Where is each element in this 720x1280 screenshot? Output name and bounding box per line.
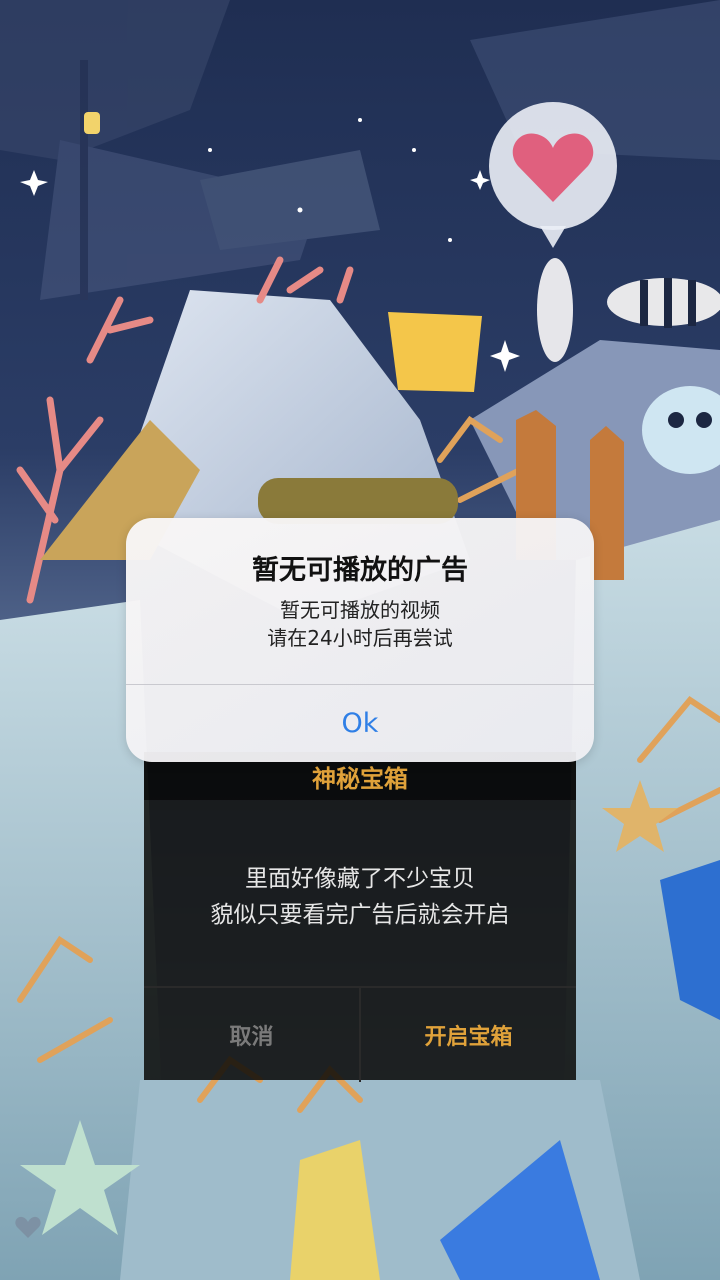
alert-title: 暂无可播放的广告: [252, 555, 468, 586]
koi-fish: [537, 258, 573, 362]
no-ads-alert: 暂无可播放的广告 暂无可播放的视频 请在24小时后再尝试 Ok: [126, 518, 594, 762]
chest-dialog-buttons: 取消 开启宝箱: [144, 986, 576, 1082]
window-light: [84, 112, 100, 134]
chest-message-line2: 貌似只要看完广告后就会开启: [210, 902, 510, 928]
cancel-button[interactable]: 取消: [144, 988, 361, 1082]
alert-message-line1: 暂无可播放的视频: [280, 598, 440, 622]
wooden-fence-2: [590, 426, 624, 580]
open-chest-button[interactable]: 开启宝箱: [361, 988, 576, 1082]
mystery-chest-dialog: 神秘宝箱 里面好像藏了不少宝贝 貌似只要看完广告后就会开启 取消 开启宝箱: [144, 752, 576, 1082]
alert-message-line2: 请在24小时后再尝试: [267, 626, 453, 650]
alert-body: 暂无可播放的广告 暂无可播放的视频 请在24小时后再尝试: [126, 518, 594, 684]
chest-message-line1: 里面好像藏了不少宝贝: [245, 866, 475, 892]
chest-dialog-message: 里面好像藏了不少宝贝 貌似只要看完广告后就会开启: [144, 812, 576, 982]
floating-lantern: [388, 312, 482, 392]
heart-outline-icon[interactable]: [14, 1214, 42, 1240]
ok-button[interactable]: Ok: [126, 685, 594, 762]
